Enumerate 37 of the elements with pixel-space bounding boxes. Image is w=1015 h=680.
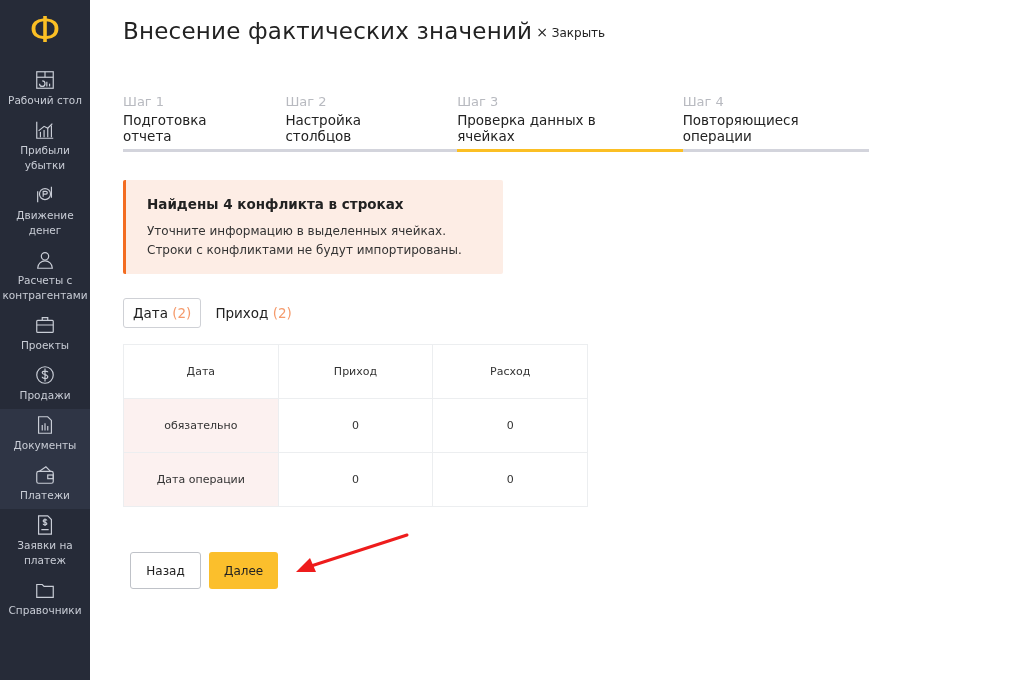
table-cell: 0 bbox=[432, 452, 588, 507]
step-tab[interactable]: Шаг 1 Подготовка отчета bbox=[123, 94, 286, 152]
dollar-icon bbox=[34, 364, 56, 386]
filter-tab[interactable]: Дата (2) bbox=[123, 298, 202, 328]
table-cell: 0 bbox=[278, 398, 433, 453]
sidebar-item[interactable]: Документы bbox=[0, 409, 90, 459]
sidebar-item[interactable]: Рабочий стол bbox=[0, 64, 90, 114]
table-cell: 0 bbox=[278, 452, 433, 507]
sidebar-item[interactable]: Расчеты с контрагентами bbox=[0, 244, 90, 309]
sidebar-item[interactable]: Продажи bbox=[0, 359, 90, 409]
table-cell: 0 bbox=[432, 398, 588, 453]
step-tab[interactable]: Шаг 4 Повторяющиеся операции bbox=[682, 94, 869, 152]
column-header: Расход bbox=[432, 344, 588, 399]
logo: Ф bbox=[28, 8, 62, 52]
dashboard-icon bbox=[34, 69, 56, 91]
next-button[interactable]: Далее bbox=[209, 552, 278, 589]
sidebar-item[interactable]: Заявки на платеж bbox=[0, 509, 90, 574]
alert-text: Строки с конфликтами не будут импортированы. bbox=[147, 242, 463, 259]
back-button[interactable]: Назад bbox=[130, 552, 201, 589]
sidebar-item[interactable]: Справочники bbox=[0, 574, 90, 624]
sidebar-item[interactable]: Платежи bbox=[0, 459, 90, 509]
column-header: Дата bbox=[123, 344, 279, 399]
alert-text: Уточните информацию в выделенных ячейках. bbox=[147, 223, 447, 240]
table-cell: обязательно bbox=[123, 398, 279, 453]
step-tab[interactable]: Шаг 3 Проверка данных в ячейках bbox=[457, 94, 683, 152]
table-cell: Дата операции bbox=[123, 452, 279, 507]
step-tab[interactable]: Шаг 2 Настройка столбцов bbox=[285, 94, 458, 152]
page-title: Внесение фактических значений bbox=[123, 18, 533, 44]
wallet-icon bbox=[34, 464, 56, 486]
alert-title: Найдены 4 конфликта в строках bbox=[147, 196, 405, 212]
column-header: Приход bbox=[278, 344, 433, 399]
briefcase-icon bbox=[34, 314, 56, 336]
close-link[interactable]: × Закрыть bbox=[536, 24, 606, 40]
chart-icon bbox=[34, 119, 56, 141]
sidebar-item[interactable]: Проекты bbox=[0, 309, 90, 359]
sidebar-item[interactable]: Прибыли убытки bbox=[0, 114, 90, 179]
sidebar-item[interactable]: Движение денег bbox=[0, 179, 90, 244]
